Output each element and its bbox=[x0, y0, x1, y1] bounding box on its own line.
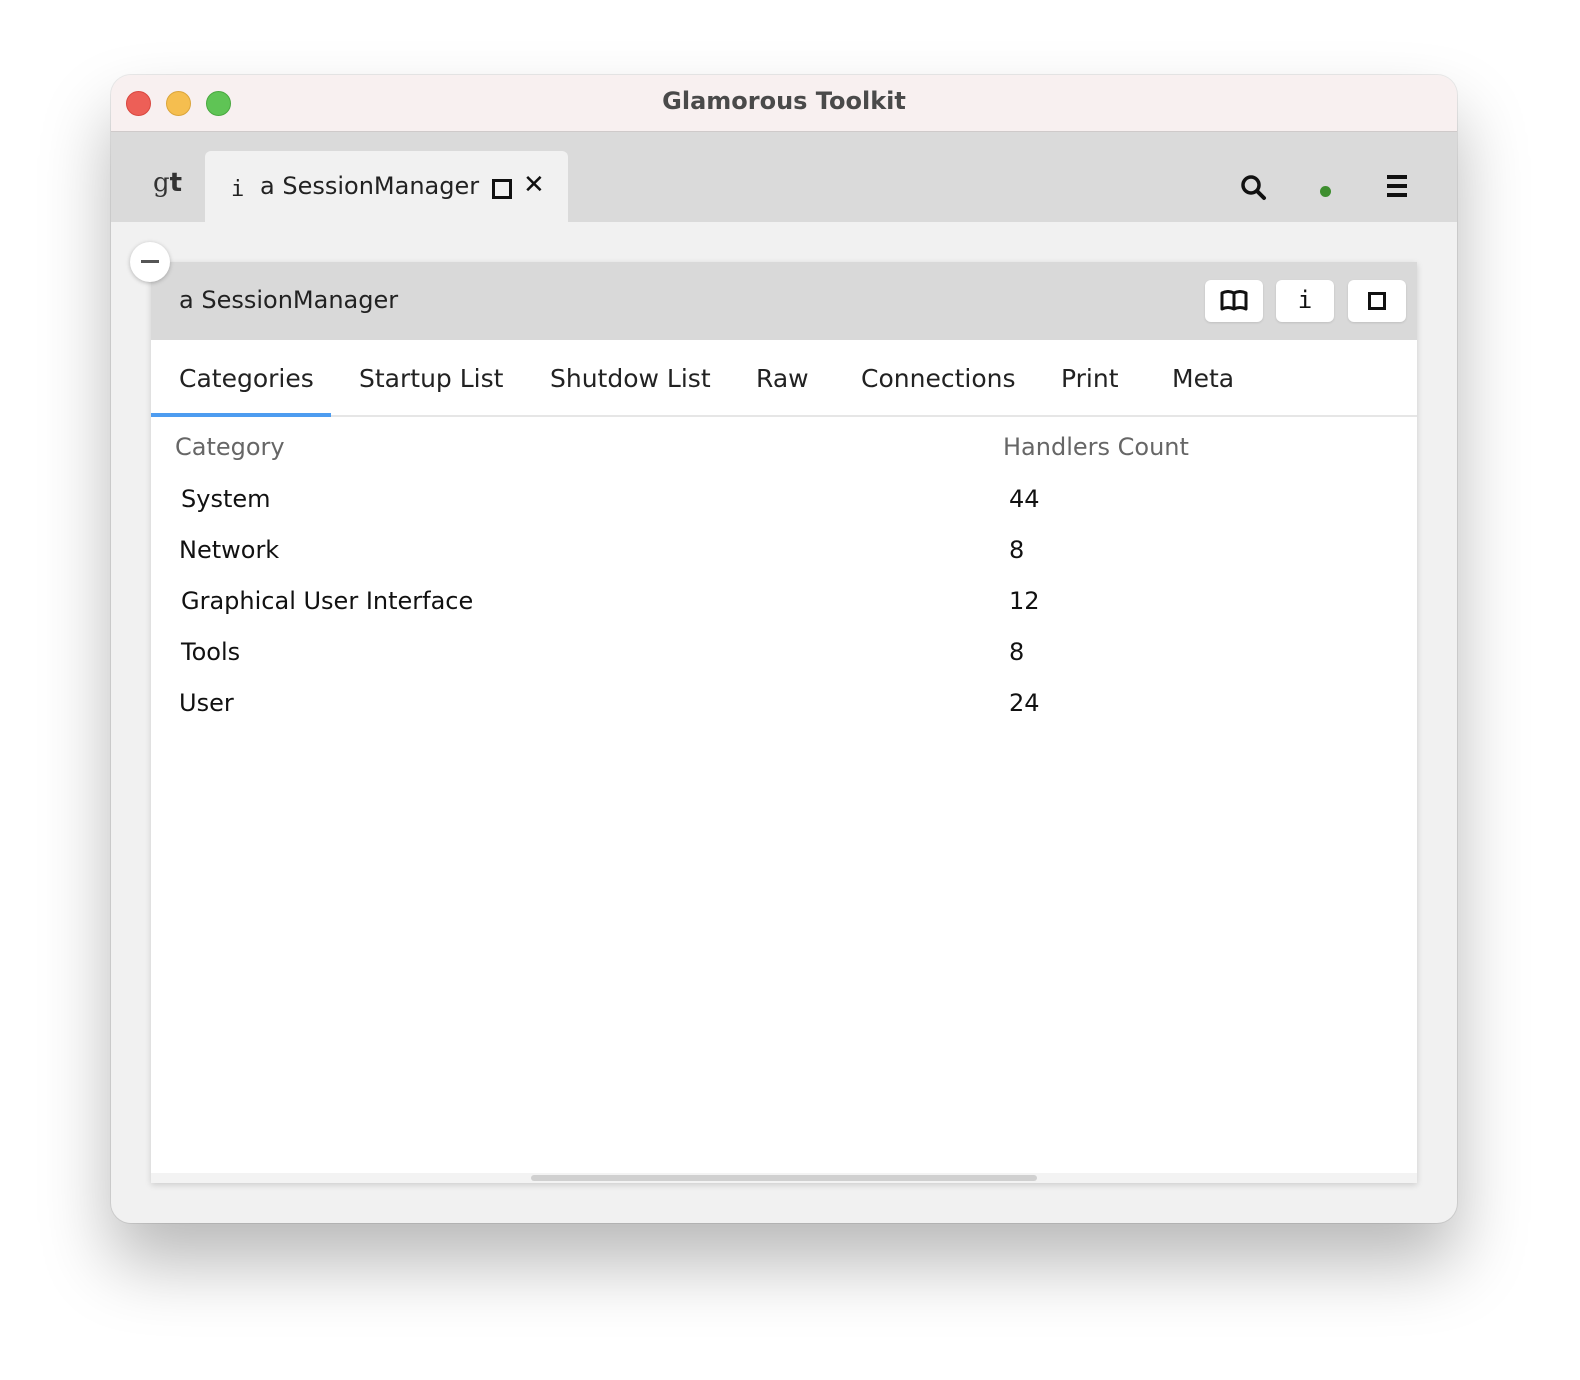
cell-category: User bbox=[179, 689, 234, 717]
gt-logo[interactable]: gt bbox=[153, 168, 182, 198]
table-row[interactable]: System 44 bbox=[151, 485, 1417, 535]
tab-startup-list[interactable]: Startup List bbox=[359, 364, 503, 393]
maximize-tab-icon[interactable] bbox=[492, 179, 512, 199]
hamburger-menu-icon[interactable] bbox=[1387, 175, 1407, 199]
table-row[interactable]: Tools 8 bbox=[151, 638, 1417, 688]
tab-shutdow-list[interactable]: Shutdow List bbox=[550, 364, 711, 393]
tab-raw[interactable]: Raw bbox=[756, 364, 809, 393]
browse-class-button[interactable] bbox=[1205, 280, 1263, 322]
tab-connections[interactable]: Connections bbox=[861, 364, 1015, 393]
collapse-panel-button[interactable] bbox=[130, 242, 170, 282]
horizontal-scrollbar[interactable] bbox=[151, 1173, 1417, 1183]
column-header-category[interactable]: Category bbox=[175, 433, 285, 461]
tab-bar: gt i a SessionManager ✕ bbox=[111, 132, 1457, 222]
table-row[interactable]: User 24 bbox=[151, 689, 1417, 739]
window-title: Glamorous Toolkit bbox=[662, 87, 906, 115]
view-tabs: Categories Startup List Shutdow List Raw… bbox=[151, 340, 1417, 417]
tab-session-manager[interactable]: i a SessionManager ✕ bbox=[205, 151, 568, 222]
tab-label: a SessionManager bbox=[260, 172, 480, 200]
cell-handlers-count: 44 bbox=[1009, 485, 1040, 513]
status-indicator-dot bbox=[1320, 186, 1331, 197]
maximize-icon bbox=[1368, 292, 1386, 310]
cell-category: System bbox=[181, 485, 271, 513]
cell-category: Graphical User Interface bbox=[181, 587, 474, 615]
inspector-panel: a SessionManager i Categories Startup Li… bbox=[151, 262, 1417, 1183]
maximize-panel-button[interactable] bbox=[1348, 280, 1406, 322]
close-tab-icon[interactable]: ✕ bbox=[523, 170, 545, 200]
tab-meta[interactable]: Meta bbox=[1172, 364, 1234, 393]
tab-print[interactable]: Print bbox=[1061, 364, 1119, 393]
cell-handlers-count: 24 bbox=[1009, 689, 1040, 717]
app-window: Glamorous Toolkit gt i a SessionManager … bbox=[111, 75, 1457, 1223]
inspect-button[interactable]: i bbox=[1276, 280, 1334, 322]
search-icon[interactable] bbox=[1239, 173, 1269, 203]
cell-handlers-count: 8 bbox=[1009, 638, 1025, 666]
active-tab-indicator bbox=[151, 413, 331, 417]
cell-category: Tools bbox=[181, 638, 241, 666]
title-bar: Glamorous Toolkit bbox=[111, 75, 1457, 132]
cell-category: Network bbox=[179, 536, 280, 564]
book-icon bbox=[1220, 290, 1248, 311]
tab-categories[interactable]: Categories bbox=[179, 364, 314, 393]
table-row[interactable]: Network 8 bbox=[151, 536, 1417, 586]
inspector-icon: i bbox=[231, 177, 245, 202]
panel-header: a SessionManager i bbox=[151, 262, 1417, 340]
column-header-handlers-count[interactable]: Handlers Count bbox=[1003, 433, 1189, 461]
scrollbar-thumb[interactable] bbox=[531, 1175, 1037, 1181]
cell-handlers-count: 12 bbox=[1009, 587, 1040, 615]
panel-title: a SessionManager bbox=[179, 286, 399, 314]
info-icon: i bbox=[1297, 286, 1313, 314]
table-row[interactable]: Graphical User Interface 12 bbox=[151, 587, 1417, 637]
cell-handlers-count: 8 bbox=[1009, 536, 1025, 564]
